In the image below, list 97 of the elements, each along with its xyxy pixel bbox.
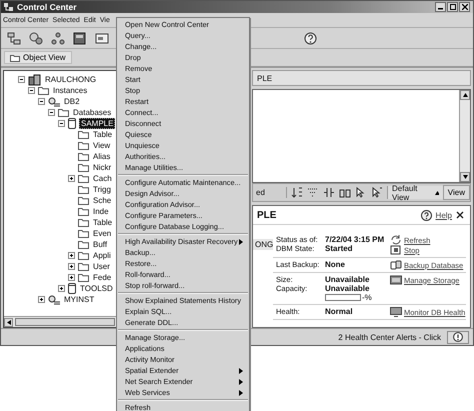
- down-arrow-icon[interactable]: [462, 175, 468, 179]
- up-arrow-icon[interactable]: [462, 93, 468, 97]
- instance-icon: [48, 294, 60, 304]
- folder-icon: [10, 54, 20, 62]
- tree-item[interactable]: Trigg: [92, 185, 112, 194]
- collapse-icon[interactable]: [48, 109, 55, 116]
- tree-item[interactable]: SAMPLE: [79, 118, 116, 129]
- tree-item[interactable]: Instances: [52, 86, 88, 95]
- tree-item[interactable]: Nickr: [92, 163, 112, 172]
- collapse-icon[interactable]: [38, 98, 45, 105]
- window-icon[interactable]: [95, 32, 109, 44]
- field-value: Started: [325, 244, 353, 253]
- expand-icon[interactable]: [68, 263, 75, 270]
- sort-icon[interactable]: [291, 187, 303, 198]
- help-icon[interactable]: [304, 32, 317, 44]
- info-icon: [453, 332, 463, 342]
- tree-item[interactable]: RAULCHONG: [44, 75, 98, 84]
- tree-icon[interactable]: [7, 32, 21, 44]
- maximize-icon: [450, 4, 456, 10]
- folder-icon: [78, 196, 89, 205]
- collapse-icon[interactable]: [28, 87, 35, 94]
- contents-title: PLE: [256, 74, 272, 82]
- collapse-icon[interactable]: [58, 120, 65, 127]
- folder-icon: [58, 108, 69, 117]
- folder-icon: [78, 273, 89, 282]
- folder-icon: [78, 163, 89, 172]
- folder-icon: [78, 152, 89, 161]
- nodes-icon[interactable]: [51, 32, 65, 44]
- folder-icon: [78, 174, 89, 183]
- backup-icon: [390, 260, 402, 270]
- tree-item[interactable]: View: [92, 141, 112, 150]
- app-icon: [4, 2, 14, 12]
- expand-icon[interactable]: [38, 296, 45, 303]
- field-value: Unavailable: [325, 275, 370, 284]
- stop-icon: [390, 245, 402, 255]
- close-icon[interactable]: [456, 211, 464, 219]
- tree-item[interactable]: Even: [92, 229, 112, 238]
- vertical-scrollbar[interactable]: [459, 90, 470, 182]
- field-value: Normal: [325, 307, 353, 316]
- tree-item[interactable]: Databases: [72, 108, 112, 117]
- folder-icon: [78, 185, 89, 194]
- pointer-icon[interactable]: [355, 187, 367, 198]
- expand-icon[interactable]: [68, 175, 75, 182]
- object-item[interactable]: ONG: [253, 239, 273, 250]
- details-title: PLE: [257, 210, 276, 220]
- tree-item[interactable]: MYINST: [63, 295, 96, 304]
- folder-icon: [78, 141, 89, 150]
- collapse-icon[interactable]: [18, 76, 25, 83]
- folder-icon: [78, 240, 89, 249]
- folder-icon: [78, 262, 89, 271]
- tree-item[interactable]: Inde: [92, 207, 110, 216]
- storage-icon: [390, 275, 402, 285]
- field-value: Unavailable: [325, 284, 370, 293]
- folder-icon: [78, 251, 89, 260]
- caret-icon: [434, 190, 439, 194]
- tree-item[interactable]: User: [92, 262, 111, 271]
- maximize-button[interactable]: [447, 2, 458, 12]
- tree-item[interactable]: Fede: [92, 273, 112, 282]
- refresh-icon: [390, 235, 402, 245]
- folder-icon: [78, 207, 89, 216]
- field-value: None: [325, 260, 345, 269]
- computer-icon: [28, 74, 41, 86]
- folder-icon: [78, 218, 89, 227]
- tree-item[interactable]: Sche: [92, 196, 112, 205]
- instance-icon: [48, 96, 60, 106]
- tree-item[interactable]: Alias: [92, 152, 112, 161]
- object-view-tab[interactable]: Object View: [4, 51, 72, 64]
- help-link[interactable]: Help: [436, 210, 452, 220]
- view-button[interactable]: View: [442, 185, 470, 200]
- toolbar-label: ed: [255, 188, 266, 197]
- columns-icon[interactable]: [323, 187, 335, 198]
- field-value: 7/22/04 3:15 PM: [325, 235, 384, 244]
- folder-icon: [38, 86, 49, 95]
- submenu-arrow-icon: [239, 238, 243, 244]
- expand-icon[interactable]: [68, 252, 75, 259]
- close-icon: [462, 4, 468, 10]
- tree-item[interactable]: TOOLSD: [79, 284, 114, 293]
- minimize-button[interactable]: [435, 2, 446, 12]
- tree-item[interactable]: Appli: [92, 251, 112, 260]
- tree-item[interactable]: Table: [92, 130, 114, 139]
- close-button[interactable]: [459, 2, 470, 12]
- monitor-icon: [390, 307, 402, 317]
- folder-icon: [78, 229, 89, 238]
- tree-item[interactable]: Table: [92, 218, 114, 227]
- tree-item[interactable]: Buff: [92, 240, 108, 249]
- tree-item[interactable]: DB2: [63, 97, 81, 106]
- pointer-icon[interactable]: [371, 187, 383, 198]
- left-arrow-icon[interactable]: [6, 320, 10, 324]
- help-icon[interactable]: [420, 210, 432, 220]
- capacity-reading: -%: [362, 293, 372, 302]
- tree-item[interactable]: Cach: [92, 174, 113, 183]
- expand-icon[interactable]: [68, 274, 75, 281]
- view-dropdown[interactable]: Default View: [387, 186, 443, 199]
- alerts-button[interactable]: [447, 330, 469, 344]
- expand-icon[interactable]: [58, 285, 65, 292]
- window-title: Control Center: [17, 2, 76, 12]
- status-text: 2 Health Center Alerts - Click: [338, 332, 441, 342]
